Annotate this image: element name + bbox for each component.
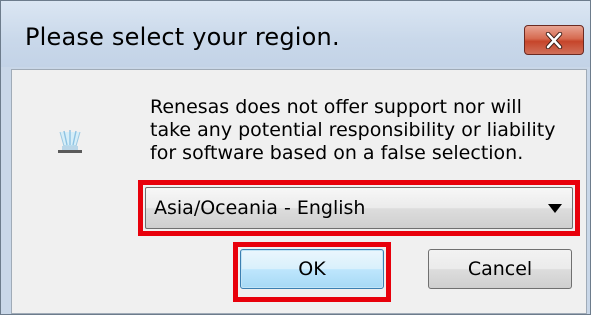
message-line: take any potential responsibility or lia…	[150, 119, 556, 141]
message-line: for software based on a false selection.	[150, 142, 524, 164]
warning-message: Renesas does not offer support nor will …	[150, 96, 570, 165]
app-icon	[58, 130, 82, 153]
region-select[interactable]: Asia/Oceania - English	[145, 187, 573, 229]
cancel-button[interactable]: Cancel	[428, 249, 572, 289]
title-bar[interactable]: Please select your region.	[1, 1, 590, 67]
chevron-down-icon[interactable]	[548, 204, 562, 213]
dialog-body: Renesas does not offer support nor will …	[11, 69, 587, 314]
message-line: Renesas does not offer support nor will	[150, 96, 522, 118]
ok-button[interactable]: OK	[240, 249, 384, 289]
dialog-window: Please select your region. Renesas does …	[0, 0, 591, 315]
close-button[interactable]	[524, 25, 584, 55]
region-select-value: Asia/Oceania - English	[154, 197, 366, 219]
dialog-title: Please select your region.	[25, 23, 340, 51]
close-icon	[545, 32, 563, 49]
